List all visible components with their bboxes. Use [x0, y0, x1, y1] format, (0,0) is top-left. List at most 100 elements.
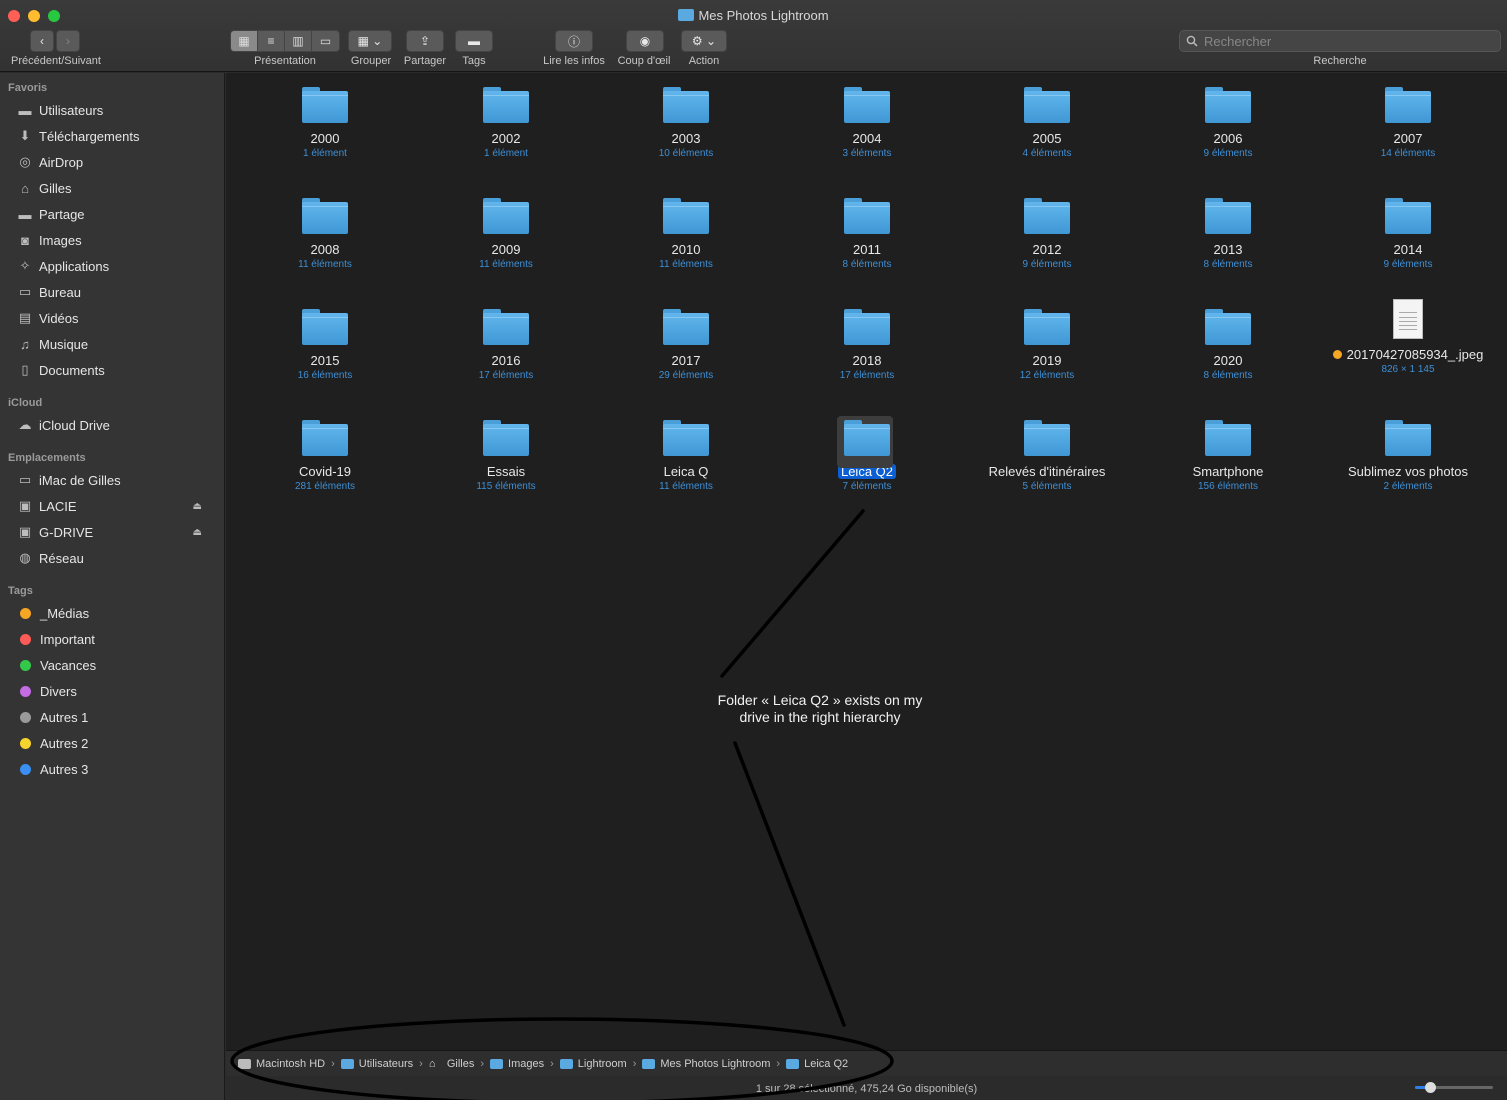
- back-button[interactable]: ‹: [30, 30, 54, 52]
- sidebar-item-imac-de-gilles[interactable]: ▭ iMac de Gilles: [16, 469, 216, 491]
- folder-item[interactable]: 2004 3 éléments: [777, 87, 957, 159]
- folder-item[interactable]: 2017 29 éléments: [596, 309, 776, 381]
- folder-item[interactable]: Essais 115 éléments: [416, 420, 596, 492]
- sidebar-item-m-dias[interactable]: _Médias: [16, 602, 216, 624]
- list-view-button[interactable]: ≡: [258, 31, 285, 51]
- group-icon: ▦ ⌄: [357, 34, 383, 48]
- folder-item[interactable]: 2016 17 éléments: [416, 309, 596, 381]
- item-name-text: Leica Q: [663, 464, 709, 479]
- folder-item[interactable]: 2000 1 élément: [235, 87, 415, 159]
- sidebar-item-autres-1[interactable]: Autres 1: [16, 706, 216, 728]
- sidebar-item-bureau[interactable]: ▭ Bureau: [16, 281, 216, 303]
- search-field[interactable]: Rechercher: [1179, 30, 1501, 52]
- sidebar-item-divers[interactable]: Divers: [16, 680, 216, 702]
- slider-knob[interactable]: [1425, 1082, 1436, 1093]
- sidebar-item-autres-2[interactable]: Autres 2: [16, 732, 216, 754]
- folder-item[interactable]: Relevés d'itinéraires 5 éléments: [957, 420, 1137, 492]
- get-info-button[interactable]: ⓘ: [555, 30, 593, 52]
- chevron-right-icon: ›: [776, 1057, 781, 1070]
- sidebar-item-autres-3[interactable]: Autres 3: [16, 758, 216, 780]
- folder-item[interactable]: Covid-19 281 éléments: [235, 420, 415, 492]
- folder-item[interactable]: 2006 9 éléments: [1138, 87, 1318, 159]
- folder-item[interactable]: 2007 14 éléments: [1318, 87, 1498, 159]
- folder-item[interactable]: 2010 11 éléments: [596, 198, 776, 270]
- item-name-text: 20170427085934_.jpeg: [1346, 347, 1484, 362]
- sidebar-item-applications[interactable]: ✧ Applications: [16, 255, 216, 277]
- folder-item[interactable]: 2002 1 élément: [416, 87, 596, 159]
- item-info: 9 éléments: [1383, 259, 1433, 270]
- item-info: 17 éléments: [478, 370, 534, 381]
- folder-icon: [642, 1058, 656, 1069]
- tags-button[interactable]: ▬: [455, 30, 493, 52]
- folder-item[interactable]: 2009 11 éléments: [416, 198, 596, 270]
- item-name: 2015: [235, 353, 415, 368]
- share-button[interactable]: ⇪: [406, 30, 444, 52]
- folder-item[interactable]: 2019 12 éléments: [957, 309, 1137, 381]
- breadcrumb-item[interactable]: Utilisateurs: [340, 1058, 413, 1070]
- folder-icon: [1024, 198, 1070, 234]
- breadcrumb-item[interactable]: Macintosh HD: [238, 1058, 325, 1070]
- group-button[interactable]: ▦ ⌄: [348, 30, 392, 52]
- breadcrumb-label: Lightroom: [577, 1057, 627, 1070]
- folder-item[interactable]: 2015 16 éléments: [235, 309, 415, 381]
- item-info: 826 × 1 145: [1381, 364, 1435, 375]
- column-view-button[interactable]: ▥: [285, 31, 312, 51]
- folder-item[interactable]: 2008 11 éléments: [235, 198, 415, 270]
- sidebar-item-t-l-chargements[interactable]: ⬇ Téléchargements: [16, 125, 216, 147]
- folder-item[interactable]: 2005 4 éléments: [957, 87, 1137, 159]
- sidebar-item-documents[interactable]: ▯ Documents: [16, 359, 216, 381]
- sidebar: Favoris ▬ Utilisateurs ⬇ Téléchargements ◎ Ai…: [0, 73, 225, 1100]
- sidebar-item-utilisateurs[interactable]: ▬ Utilisateurs: [16, 99, 216, 121]
- tag-dot-icon: [1332, 350, 1342, 359]
- breadcrumb-item[interactable]: ⌂ Gilles: [429, 1058, 475, 1070]
- icon-view-button[interactable]: ▦: [231, 31, 258, 51]
- folder-item[interactable]: Leica Q 11 éléments: [596, 420, 776, 492]
- sidebar-item-lacie[interactable]: ▣ LACIE ⏏: [16, 495, 216, 517]
- icon-size-slider[interactable]: [1415, 1082, 1493, 1093]
- folder-item[interactable]: Sublimez vos photos 2 éléments: [1318, 420, 1498, 492]
- folder-item[interactable]: 2003 10 éléments: [596, 87, 776, 159]
- item-info: 9 éléments: [1022, 259, 1072, 270]
- eject-icon[interactable]: ⏏: [193, 501, 202, 512]
- folder-item[interactable]: 2011 8 éléments: [777, 198, 957, 270]
- folder-item[interactable]: Leica Q2 7 éléments: [777, 416, 957, 492]
- action-button[interactable]: ⚙ ⌄: [681, 30, 727, 52]
- breadcrumb-item[interactable]: Lightroom: [559, 1057, 627, 1070]
- forward-button[interactable]: ›: [56, 30, 80, 52]
- eject-icon[interactable]: ⏏: [193, 527, 202, 538]
- item-info: 115 éléments: [476, 481, 536, 492]
- sidebar-item-vid-os[interactable]: ▤ Vidéos: [16, 307, 216, 329]
- item-name: 2011: [777, 242, 957, 257]
- breadcrumb-item[interactable]: Images: [490, 1058, 544, 1070]
- item-name-text: 2000: [310, 131, 340, 146]
- sidebar-item-partage[interactable]: ▬ Partage: [16, 203, 216, 225]
- file-item[interactable]: 20170427085934_.jpeg 826 × 1 145: [1318, 299, 1498, 375]
- quicklook-button[interactable]: ◉: [626, 30, 664, 52]
- sidebar-item-musique[interactable]: ♫ Musique: [16, 333, 216, 355]
- folder-item[interactable]: 2014 9 éléments: [1318, 198, 1498, 270]
- folder-item[interactable]: 2018 17 éléments: [777, 309, 957, 381]
- item-name: 2003: [596, 131, 776, 146]
- breadcrumb-item[interactable]: Leica Q2: [786, 1058, 848, 1070]
- folder-item[interactable]: 2013 8 éléments: [1138, 198, 1318, 270]
- breadcrumb-item[interactable]: Mes Photos Lightroom: [642, 1058, 770, 1070]
- item-info: 16 éléments: [297, 370, 353, 381]
- folder-icon: [844, 420, 890, 456]
- sidebar-item-icloud-drive[interactable]: ☁ iCloud Drive: [16, 414, 216, 436]
- item-info: 281 éléments: [294, 481, 356, 492]
- sidebar-item-airdrop[interactable]: ◎ AirDrop: [16, 151, 216, 173]
- breadcrumb-label: Macintosh HD: [256, 1057, 326, 1070]
- sidebar-item-images[interactable]: ◙ Images: [16, 229, 216, 251]
- item-info: 17 éléments: [839, 370, 895, 381]
- sidebar-item-g-drive[interactable]: ▣ G-DRIVE ⏏: [16, 521, 216, 543]
- folder-item[interactable]: 2012 9 éléments: [957, 198, 1137, 270]
- group-label: Grouper: [350, 55, 392, 67]
- sidebar-item-r-seau[interactable]: ◍ Réseau: [16, 547, 216, 569]
- folder-item[interactable]: 2020 8 éléments: [1138, 309, 1318, 381]
- sidebar-item-vacances[interactable]: Vacances: [16, 654, 216, 676]
- sidebar-item-important[interactable]: Important: [16, 628, 216, 650]
- breadcrumb-label: Mes Photos Lightroom: [660, 1057, 771, 1070]
- gallery-view-button[interactable]: ▭: [312, 31, 339, 51]
- folder-item[interactable]: Smartphone 156 éléments: [1138, 420, 1318, 492]
- sidebar-item-gilles[interactable]: ⌂ Gilles: [16, 177, 216, 199]
